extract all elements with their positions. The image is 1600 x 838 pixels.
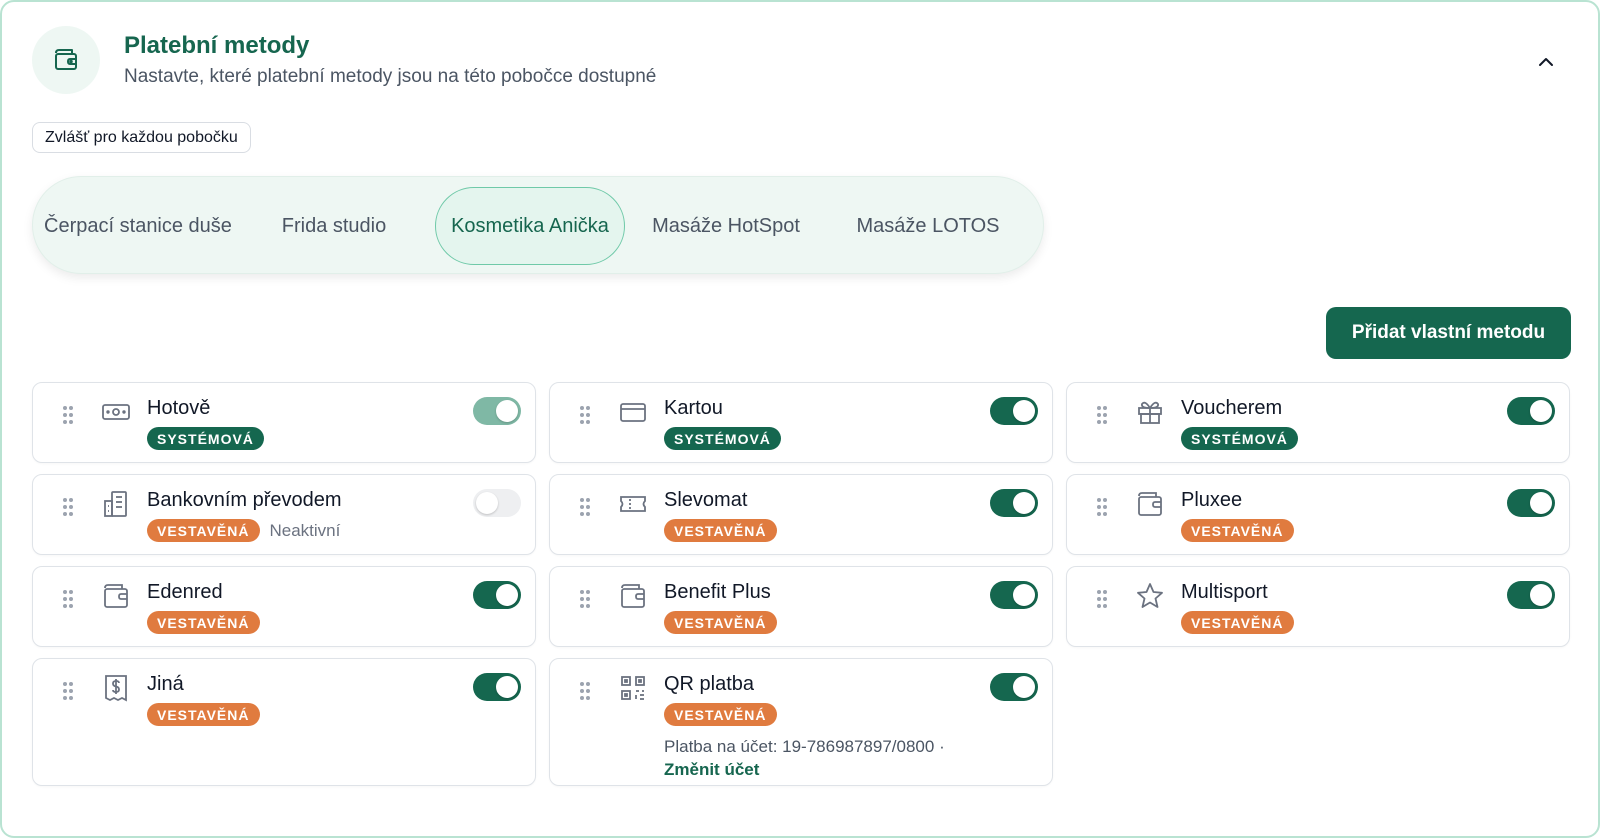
built-in-badge: VESTAVĚNÁ: [664, 519, 777, 542]
gift-icon: [1138, 401, 1162, 424]
method-card-cash: Hotově SYSTÉMOVÁ: [32, 382, 536, 463]
drag-handle-icon[interactable]: [61, 495, 75, 519]
method-card-card: Kartou SYSTÉMOVÁ: [549, 382, 1053, 463]
add-custom-method-button[interactable]: Přidat vlastní metodu: [1326, 307, 1571, 359]
method-card-qr-payment: QR platba VESTAVĚNÁ Platba na účet: 19-7…: [549, 658, 1053, 786]
scope-chip[interactable]: Zvlášť pro každou pobočku: [32, 122, 251, 153]
drag-handle-icon[interactable]: [61, 403, 75, 427]
method-card-other: Jiná VESTAVĚNÁ: [32, 658, 536, 786]
system-badge: SYSTÉMOVÁ: [1181, 427, 1298, 450]
page-title: Platební metody: [124, 32, 310, 59]
method-card-slevomat: Slevomat VESTAVĚNÁ: [549, 474, 1053, 555]
built-in-badge: VESTAVĚNÁ: [1181, 519, 1294, 542]
method-card-bank-transfer: Bankovním převodem VESTAVĚNÁ Neaktivní: [32, 474, 536, 555]
wallet-icon: [1138, 492, 1162, 516]
bank-building-icon: [104, 491, 127, 517]
receipt-dollar-icon: [105, 675, 127, 702]
method-name: Slevomat: [664, 489, 748, 511]
system-badge: SYSTÉMOVÁ: [147, 427, 264, 450]
wallet-icon: [104, 584, 128, 608]
method-name: Multisport: [1181, 581, 1268, 603]
tab-branch[interactable]: Masáže HotSpot: [631, 187, 821, 265]
method-toggle[interactable]: [473, 397, 521, 425]
method-toggle[interactable]: [990, 489, 1038, 517]
cash-icon: [102, 404, 130, 420]
method-toggle[interactable]: [473, 489, 521, 517]
drag-handle-icon[interactable]: [61, 679, 75, 703]
account-note: Platba na účet: 19-786987897/0800 ·: [664, 737, 945, 756]
inactive-status: Neaktivní: [269, 520, 341, 540]
method-card-multisport: Multisport VESTAVĚNÁ: [1066, 566, 1570, 647]
method-name: Pluxee: [1181, 489, 1243, 511]
method-name: Kartou: [664, 397, 723, 419]
method-toggle[interactable]: [1507, 489, 1555, 517]
method-card-benefit-plus: Benefit Plus VESTAVĚNÁ: [549, 566, 1053, 647]
drag-handle-icon[interactable]: [1095, 495, 1109, 519]
tab-branch[interactable]: Masáže LOTOS: [833, 187, 1023, 265]
method-card-pluxee: Pluxee VESTAVĚNÁ: [1066, 474, 1570, 555]
method-name: Voucherem: [1181, 397, 1283, 419]
method-toggle[interactable]: [990, 673, 1038, 701]
built-in-badge: VESTAVĚNÁ: [147, 703, 260, 726]
method-name: Edenred: [147, 581, 223, 603]
payment-methods-panel: Platební metody Nastavte, které platební…: [0, 0, 1600, 838]
ticket-icon: [620, 496, 646, 512]
method-toggle[interactable]: [473, 673, 521, 701]
built-in-badge: VESTAVĚNÁ: [147, 611, 260, 634]
tab-branch[interactable]: Čerpací stanice duše: [43, 187, 233, 265]
credit-card-icon: [620, 403, 646, 422]
method-card-voucher: Voucherem SYSTÉMOVÁ: [1066, 382, 1570, 463]
drag-handle-icon[interactable]: [578, 495, 592, 519]
system-badge: SYSTÉMOVÁ: [664, 427, 781, 450]
method-card-edenred: Edenred VESTAVĚNÁ: [32, 566, 536, 647]
method-name: Benefit Plus: [664, 581, 771, 603]
qr-code-icon: [621, 676, 645, 700]
method-name: Bankovním převodem: [147, 489, 342, 511]
method-toggle[interactable]: [990, 581, 1038, 609]
chevron-up-icon: [1539, 58, 1553, 66]
method-name: Hotově: [147, 397, 211, 419]
drag-handle-icon[interactable]: [1095, 403, 1109, 427]
collapse-button[interactable]: [1530, 46, 1562, 78]
built-in-badge: VESTAVĚNÁ: [147, 519, 260, 542]
method-toggle[interactable]: [1507, 581, 1555, 609]
method-toggle[interactable]: [473, 581, 521, 609]
tab-branch[interactable]: Frida studio: [239, 187, 429, 265]
drag-handle-icon[interactable]: [578, 679, 592, 703]
method-toggle[interactable]: [990, 397, 1038, 425]
page-subtitle: Nastavte, které platební metody jsou na …: [124, 66, 657, 87]
drag-handle-icon[interactable]: [61, 587, 75, 611]
tab-branch-active[interactable]: Kosmetika Anička: [435, 187, 625, 265]
star-icon: [1137, 583, 1163, 608]
method-toggle[interactable]: [1507, 397, 1555, 425]
change-account-link[interactable]: Změnit účet: [664, 760, 759, 780]
built-in-badge: VESTAVĚNÁ: [1181, 611, 1294, 634]
drag-handle-icon[interactable]: [578, 403, 592, 427]
wallet-icon: [621, 584, 645, 608]
method-name: QR platba: [664, 673, 755, 695]
method-name: Jiná: [147, 673, 184, 695]
built-in-badge: VESTAVĚNÁ: [664, 611, 777, 634]
wallet-icon: [32, 26, 100, 94]
built-in-badge: VESTAVĚNÁ: [664, 703, 777, 726]
drag-handle-icon[interactable]: [1095, 587, 1109, 611]
drag-handle-icon[interactable]: [578, 587, 592, 611]
branch-tabs: Čerpací stanice duše Frida studio Kosmet…: [32, 176, 1044, 274]
